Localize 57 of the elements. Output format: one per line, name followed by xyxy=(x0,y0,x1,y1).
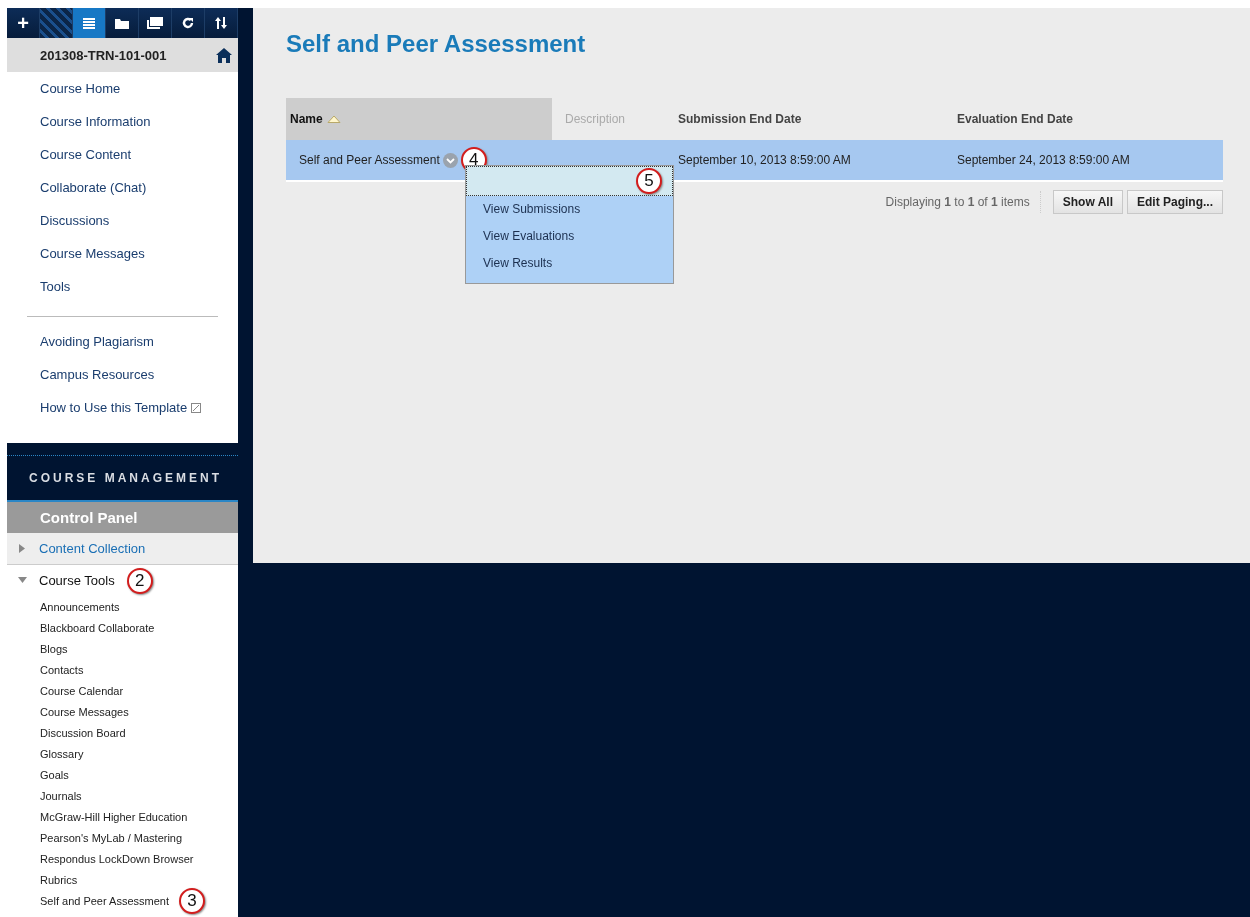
course-tool-link[interactable]: Glossary xyxy=(40,747,84,760)
course-menu-link[interactable]: Tools xyxy=(7,270,238,303)
paging-summary: Displaying 1 to 1 of 1 items xyxy=(885,191,1041,213)
column-header[interactable]: Evaluation End Date xyxy=(957,98,1223,140)
course-tool-link[interactable]: Journals xyxy=(40,789,82,802)
refresh-icon xyxy=(182,17,194,29)
course-tool-link[interactable]: Discussion Board xyxy=(40,726,126,739)
windows-icon xyxy=(147,17,163,29)
page-title: Self and Peer Assessment xyxy=(286,30,587,58)
table-cell[interactable]: Self and Peer Assessment xyxy=(299,153,440,167)
menu-item[interactable]: View Evaluations xyxy=(466,223,673,250)
callout-number: 3 xyxy=(179,887,205,914)
callout-number: 2 xyxy=(126,567,153,594)
sort-icon xyxy=(214,17,228,29)
paging-button[interactable]: Show All xyxy=(1052,190,1123,214)
menu-item[interactable]: View Submissions xyxy=(466,196,673,223)
course-menu-link[interactable]: Course Content xyxy=(7,138,238,171)
course-menu-link[interactable]: Course Messages xyxy=(7,237,238,270)
folder-icon xyxy=(115,17,129,29)
course-tool-link[interactable]: Pearson's MyLab / Mastering xyxy=(40,831,183,844)
menu-focus-item[interactable]: 5 xyxy=(466,166,673,196)
course-menu-link[interactable]: Discussions xyxy=(7,204,238,237)
course-tool-link[interactable]: Blogs xyxy=(40,642,68,655)
list-button[interactable] xyxy=(73,8,106,38)
list-icon xyxy=(83,17,95,29)
course-menu-link[interactable]: Campus Resources xyxy=(7,358,155,391)
control-panel-title: Control Panel xyxy=(40,509,138,526)
course-tool-link[interactable]: Respondus LockDown Browser xyxy=(40,852,194,865)
management-heading: COURSE MANAGEMENT xyxy=(29,471,222,485)
course-tool-link[interactable]: Blackboard Collaborate xyxy=(40,621,155,634)
course-menu-link[interactable]: Collaborate (Chat) xyxy=(7,171,238,204)
course-tool-link[interactable]: Self and Peer Assessment xyxy=(40,894,169,907)
pattern-swatch[interactable] xyxy=(40,8,73,38)
course-tool-link[interactable]: Course Calendar xyxy=(40,684,124,697)
paging-button[interactable]: Edit Paging... xyxy=(1127,190,1223,214)
dropdown-icon[interactable] xyxy=(442,152,458,168)
column-header[interactable]: Name xyxy=(286,98,552,140)
course-menu-link[interactable]: Course Information xyxy=(7,105,238,138)
course-menu-link[interactable]: Avoiding Plagiarism xyxy=(7,325,154,358)
section-link[interactable]: Course Tools xyxy=(39,573,115,588)
table-cell: September 24, 2013 8:59:00 AM xyxy=(957,153,1130,167)
table-cell: September 10, 2013 8:59:00 AM xyxy=(678,153,851,167)
menu-item[interactable]: View Results xyxy=(466,250,673,277)
course-menu-link[interactable]: Course Home xyxy=(7,72,238,105)
course-menu-link[interactable]: How to Use this Template xyxy=(7,391,188,424)
collapsed-arrow-icon[interactable] xyxy=(18,544,27,553)
callout-number: 5 xyxy=(636,168,662,194)
course-title[interactable]: 201308-TRN-101-001 xyxy=(40,47,167,63)
course-tool-link[interactable]: Course Messages xyxy=(40,705,129,718)
course-tool-link[interactable]: Contacts xyxy=(40,663,84,676)
course-tool-link[interactable]: Goals xyxy=(40,768,69,781)
course-tool-link[interactable]: Announcements xyxy=(40,600,120,613)
course-tool-link[interactable]: Rubrics xyxy=(40,873,78,886)
expanded-arrow-icon[interactable] xyxy=(18,576,27,585)
column-header[interactable]: Submission End Date xyxy=(678,98,957,140)
course-tool-link[interactable]: McGraw-Hill Higher Education xyxy=(40,810,188,823)
home-icon[interactable] xyxy=(216,47,232,63)
